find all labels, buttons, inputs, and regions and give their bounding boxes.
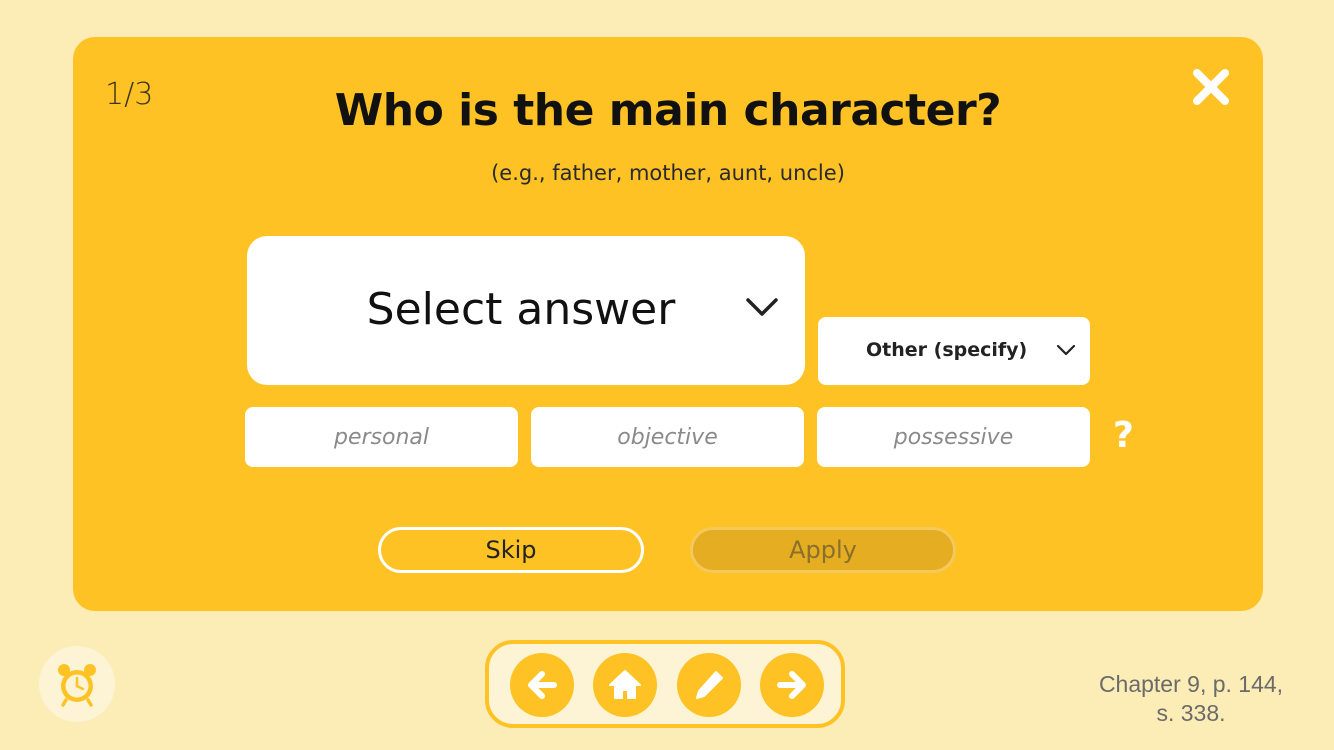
forward-button[interactable]: [760, 653, 824, 717]
other-specify-select[interactable]: Other (specify): [818, 317, 1090, 385]
chapter-reference: Chapter 9, p. 144, s. 338.: [1080, 670, 1302, 728]
back-button[interactable]: [510, 653, 574, 717]
skip-button[interactable]: Skip: [378, 527, 644, 573]
other-select-value: Other (specify): [866, 339, 1028, 361]
chevron-down-icon: [1056, 344, 1076, 356]
question-dialog: 1/3 Who is the main character? (e.g., fa…: [73, 37, 1263, 611]
edit-button[interactable]: [677, 653, 741, 717]
arrow-right-icon: [777, 671, 806, 699]
pencil-icon: [696, 671, 723, 699]
apply-button[interactable]: Apply: [690, 527, 956, 573]
alarm-button[interactable]: [39, 646, 115, 722]
objective-pronoun-input[interactable]: [531, 407, 804, 467]
home-button[interactable]: [593, 653, 657, 717]
help-button[interactable]: ?: [1113, 415, 1134, 456]
navigation-bar: [485, 640, 845, 728]
question-hint: (e.g., father, mother, aunt, uncle): [491, 161, 845, 185]
home-icon: [609, 670, 641, 699]
answer-select-value: Select answer: [366, 284, 676, 335]
personal-pronoun-input[interactable]: [245, 407, 518, 467]
chapter-line-1: Chapter 9, p. 144,: [1098, 671, 1284, 697]
answer-select[interactable]: Select answer: [247, 236, 805, 385]
chevron-down-icon: [746, 298, 778, 316]
chapter-line-2: s. 338.: [1156, 700, 1226, 726]
arrow-left-icon: [528, 671, 557, 699]
alarm-clock-icon: [58, 664, 96, 707]
question-title: Who is the main character?: [334, 85, 1002, 136]
possessive-pronoun-input[interactable]: [817, 407, 1090, 467]
